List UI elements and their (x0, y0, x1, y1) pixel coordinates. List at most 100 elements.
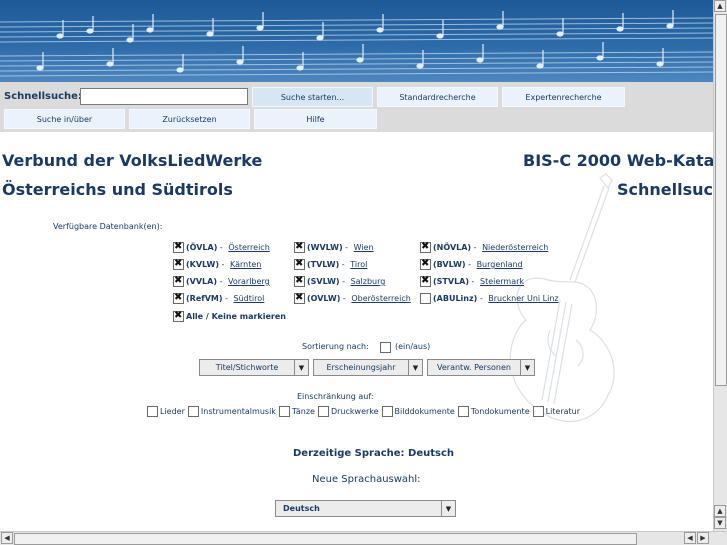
database-item: (VVLA) - Vorarlberg (173, 275, 270, 287)
database-item: (SVLW) - Salzburg (294, 275, 386, 287)
database-checkbox[interactable] (420, 275, 431, 287)
filter-label: Literatur (545, 407, 581, 416)
scroll-left-icon[interactable]: ◀ (1, 532, 13, 544)
sorting-toggle-checkbox[interactable] (380, 342, 391, 353)
database-code: (BVLW) (433, 260, 466, 269)
scroll-left-icon[interactable]: ◀ (684, 532, 696, 544)
page-subtitle: Schnellsuc (617, 180, 714, 199)
reset-button[interactable]: Zurücksetzen (129, 109, 250, 129)
dropdown-arrow-icon: ▼ (520, 360, 534, 375)
database-checkbox[interactable] (294, 258, 305, 270)
database-link[interactable]: Vorarlberg (228, 277, 270, 286)
filter-label: Instrumentalmusik (200, 407, 276, 416)
database-link[interactable]: Steiermark (480, 277, 524, 286)
database-checkbox[interactable] (173, 258, 184, 270)
filter-checkbox-lieder[interactable] (147, 406, 158, 417)
page-title-line2: Österreichs und Südtirols (2, 180, 233, 199)
filter-checkbox-taenze[interactable] (278, 406, 290, 417)
language-select[interactable]: Deutsch ▼ (275, 500, 456, 517)
filter-checkbox-tondokumente[interactable] (457, 406, 469, 417)
database-separator: - (471, 243, 480, 252)
page-title-line1: Verbund der VolksLiedWerke (2, 151, 263, 170)
header-banner (0, 0, 713, 82)
scroll-down-icon[interactable]: ▼ (714, 517, 726, 529)
database-checkbox[interactable] (173, 292, 184, 304)
database-link[interactable]: Salzburg (351, 277, 386, 286)
sort-select-3[interactable]: Verantw. Personen ▼ (427, 359, 535, 376)
database-checkbox[interactable] (294, 275, 305, 287)
expert-search-button[interactable]: Expertenrecherche (502, 87, 625, 107)
sort-select-1-value: Titel/Stichworte (215, 363, 279, 372)
filter-label: Druckwerke (330, 407, 379, 416)
database-checkbox[interactable] (420, 293, 431, 304)
database-code: (KVLW) (186, 260, 220, 269)
database-checkbox[interactable] (420, 258, 431, 270)
database-link[interactable]: Südtirol (234, 294, 265, 303)
database-item: (BVLW) - Burgenland (420, 258, 523, 270)
standard-search-button[interactable]: Standardrecherche (377, 87, 498, 107)
catalog-title: BIS-C 2000 Web-Katal (523, 151, 720, 170)
scroll-up-icon[interactable]: ▲ (714, 505, 726, 517)
filter-label: Tänze (291, 407, 315, 416)
database-link[interactable]: Tirol (350, 260, 367, 269)
database-item: (ABULinz) - Bruckner Uni Linz (420, 293, 559, 304)
database-item: (RefVM) - Südtirol (173, 292, 265, 304)
database-item: (ÖVLA) - Österreich (173, 241, 270, 253)
select-all-checkbox[interactable] (173, 310, 184, 322)
restriction-options: Lieder Instrumentalmusik Tänze Druckwerk… (146, 406, 582, 417)
horizontal-scroll-thumb[interactable] (14, 533, 637, 545)
horizontal-scrollbar[interactable]: ◀ ◀ ▶ (0, 531, 727, 545)
vertical-scroll-thumb[interactable] (715, 14, 727, 386)
sort-select-2[interactable]: Erscheinungsjahr ▼ (313, 359, 423, 376)
select-all-label: Alle / Keine markieren (186, 312, 286, 321)
database-item: (TVLW) - Tirol (294, 258, 367, 270)
database-separator: - (465, 260, 474, 269)
database-link[interactable]: Burgenland (477, 260, 523, 269)
database-separator: - (219, 260, 227, 269)
database-separator: - (339, 277, 348, 286)
dropdown-arrow-icon: ▼ (408, 360, 422, 375)
database-link[interactable]: Österreich (228, 243, 269, 252)
filter-checkbox-bilddokumente[interactable] (381, 406, 393, 417)
database-checkbox[interactable] (173, 275, 184, 287)
database-link[interactable]: Bruckner Uni Linz (488, 294, 558, 303)
sort-select-3-value: Verantw. Personen (437, 363, 511, 372)
database-separator: - (216, 277, 225, 286)
database-link[interactable]: Kärnten (230, 260, 261, 269)
language-select-value: Deutsch (283, 504, 320, 513)
current-language: Derzeitige Sprache: Deutsch (293, 448, 455, 459)
sort-select-1[interactable]: Titel/Stichworte ▼ (199, 359, 309, 376)
vertical-scrollbar[interactable]: ▲ ▲ ▼ (713, 0, 727, 531)
database-separator: - (340, 294, 349, 303)
database-link[interactable]: Niederösterreich (482, 243, 548, 252)
help-button[interactable]: Hilfe (254, 109, 377, 129)
filter-checkbox-druckwerke[interactable] (317, 406, 329, 417)
quick-search-label: Schnellsuche: (4, 91, 82, 102)
database-checkbox[interactable] (173, 241, 184, 253)
scroll-right-icon[interactable]: ▶ (697, 532, 709, 544)
filter-checkbox-instrumentalmusik[interactable] (187, 406, 199, 417)
database-item: (KVLW) - Kärnten (173, 258, 261, 270)
scroll-up-icon[interactable]: ▲ (714, 0, 726, 12)
database-item: (STVLA) - Steiermark (420, 275, 524, 287)
database-link[interactable]: Wien (354, 243, 374, 252)
filter-checkbox-literatur[interactable] (532, 406, 544, 417)
start-search-button[interactable]: Suche starten... (252, 87, 373, 107)
filter-label: Bilddokumente (394, 407, 455, 416)
database-link[interactable]: Oberösterreich (351, 294, 410, 303)
database-separator: - (469, 277, 477, 286)
filter-label: Tondokumente (470, 407, 530, 416)
database-checkbox[interactable] (294, 292, 305, 304)
database-checkbox[interactable] (294, 241, 305, 253)
dropdown-arrow-icon: ▼ (294, 360, 308, 375)
new-language-label: Neue Sprachauswahl: (312, 474, 421, 485)
database-checkbox[interactable] (420, 241, 431, 253)
restriction-label: Einschränkung auf: (297, 392, 374, 401)
database-separator: - (339, 260, 348, 269)
search-in-button[interactable]: Suche in/über (4, 109, 125, 129)
database-code: (TVLW) (307, 260, 340, 269)
quick-search-input[interactable] (80, 88, 248, 105)
select-all-row[interactable]: Alle / Keine markieren (173, 310, 286, 322)
database-code: (VVLA) (186, 277, 217, 286)
sorting-label: Sortierung nach: (302, 342, 369, 351)
